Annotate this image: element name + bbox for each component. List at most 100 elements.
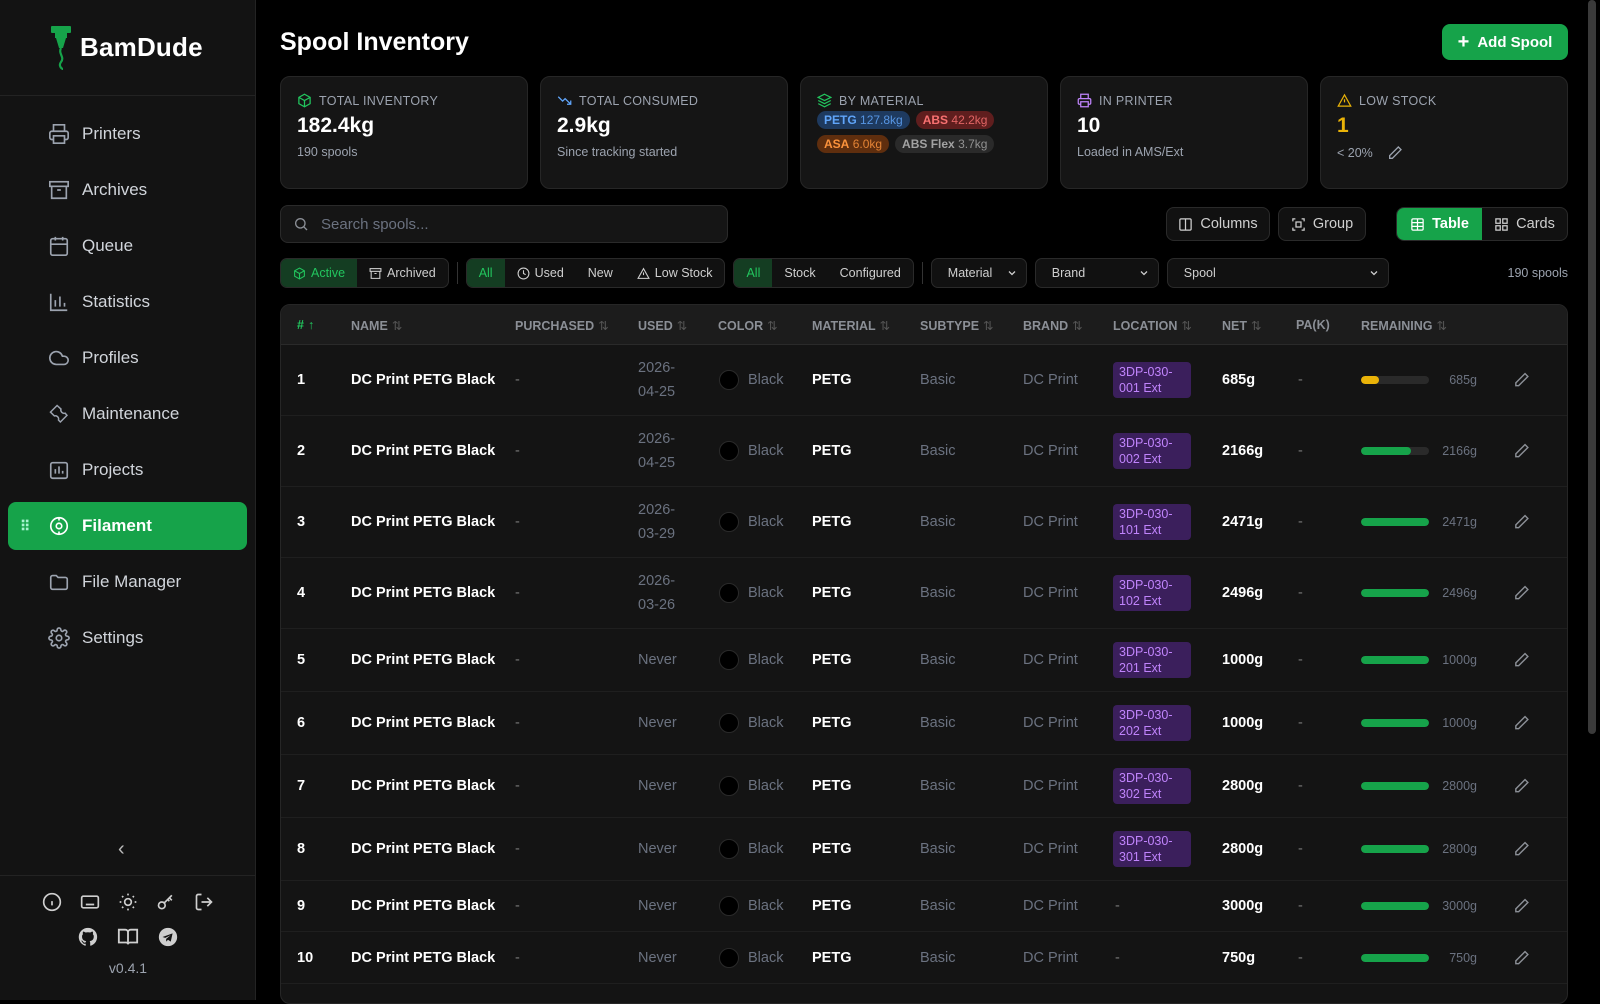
drag-handle-icon[interactable]: ⠿ [20, 518, 30, 535]
column-header-color[interactable]: Color ⇅ [718, 318, 778, 333]
brand-select[interactable]: Brand [1034, 258, 1159, 288]
sidebar-item-maintenance[interactable]: Maintenance [8, 390, 247, 438]
table-row[interactable]: 8 DC Print PETG Black - Never Black PETG Basic… [281, 818, 1567, 881]
column-header-net[interactable]: Net ⇅ [1222, 318, 1261, 333]
group-button[interactable]: Group [1278, 207, 1366, 241]
filter-usage-all[interactable]: All [466, 259, 505, 287]
color-dot [719, 512, 739, 532]
cube-icon [297, 93, 312, 108]
table-row[interactable]: 9 DC Print PETG Black - Never Black PETG Basic… [281, 881, 1567, 932]
search-box[interactable] [280, 205, 728, 243]
edit-threshold-icon[interactable] [1387, 145, 1403, 161]
purchased-date: - [515, 372, 520, 388]
sun-icon[interactable] [118, 892, 138, 912]
edit-icon[interactable] [1513, 585, 1530, 602]
edit-icon[interactable] [1513, 778, 1530, 795]
app-logo[interactable]: BamDude [0, 0, 255, 96]
location-line-1: 3DP-030- [1119, 645, 1173, 659]
github-icon[interactable] [77, 926, 99, 948]
add-spool-button[interactable]: + Add Spool [1442, 24, 1568, 60]
column-header-purchased[interactable]: Purchased ⇅ [515, 318, 609, 333]
sidebar-item-printers[interactable]: Printers [8, 110, 247, 158]
table-row[interactable]: 10 DC Print PETG Black - Never Black PETG Basi… [281, 932, 1567, 984]
edit-icon[interactable] [1513, 443, 1530, 460]
table-row[interactable]: 5 DC Print PETG Black - Never Black PETG Basic… [281, 629, 1567, 692]
sort-icon: ⇅ [983, 319, 994, 333]
keyboard-icon[interactable] [80, 892, 100, 912]
column-header-remaining[interactable]: Remaining ⇅ [1361, 318, 1447, 333]
book-icon[interactable] [117, 926, 139, 948]
subtype: Basic [920, 949, 956, 966]
filter-new[interactable]: New [576, 259, 625, 287]
scrollbar[interactable] [1588, 0, 1596, 734]
spool-name: DC Print PETG Black [351, 443, 496, 459]
sidebar-item-settings[interactable]: Settings [8, 614, 247, 662]
edit-icon[interactable] [1513, 652, 1530, 669]
column-header-location[interactable]: Location ⇅ [1113, 318, 1192, 333]
filter-low-stock[interactable]: Low Stock [625, 259, 725, 287]
sidebar-item-queue[interactable]: Queue [8, 222, 247, 270]
edit-icon[interactable] [1513, 898, 1530, 915]
edit-icon[interactable] [1513, 514, 1530, 531]
material-select[interactable]: Material [930, 258, 1027, 288]
remaining-text: 1000g [1442, 716, 1477, 730]
location-badge: 3DP-030- 001 Ext [1113, 362, 1191, 398]
sidebar-item-file-manager[interactable]: File Manager [8, 558, 247, 606]
table-row[interactable]: 2 DC Print PETG Black - 2026- 04-25 Black PETG… [281, 416, 1567, 487]
table-row[interactable]: 7 DC Print PETG Black - Never Black PETG Basic… [281, 755, 1567, 818]
key-icon[interactable] [156, 892, 176, 912]
filter-used[interactable]: Used [505, 259, 576, 287]
location-line-1: 3DP-030- [1119, 771, 1173, 785]
sidebar-item-archives[interactable]: Archives [8, 166, 247, 214]
filter-stock-all[interactable]: All [734, 259, 773, 287]
table-row[interactable]: 4 DC Print PETG Black - 2026- 03-26 Black PETG… [281, 558, 1567, 629]
last-used-line-2: 03-29 [638, 526, 676, 542]
search-input[interactable] [321, 215, 701, 233]
logout-icon[interactable] [194, 892, 214, 912]
sidebar-item-profiles[interactable]: Profiles [8, 334, 247, 382]
spool-select[interactable]: Spool [1166, 258, 1389, 288]
collapse-sidebar-icon[interactable]: ‹ [118, 838, 125, 861]
column-header-subtype[interactable]: Subtype ⇅ [920, 318, 994, 333]
sidebar-item-label: Printers [82, 124, 141, 143]
table-row[interactable]: 3 DC Print PETG Black - 2026- 03-29 Black PETG… [281, 487, 1567, 558]
columns-button[interactable]: Columns [1166, 207, 1270, 241]
filter-configured[interactable]: Configured [828, 259, 913, 287]
filter-active[interactable]: Active [281, 259, 358, 287]
filter-stock[interactable]: Stock [772, 259, 827, 287]
sidebar-item-projects[interactable]: Projects [8, 446, 247, 494]
edit-icon[interactable] [1513, 841, 1530, 858]
column-header-material[interactable]: Material ⇅ [812, 318, 890, 333]
sidebar-item-statistics[interactable]: Statistics [8, 278, 247, 326]
sidebar-item-label: Settings [82, 628, 144, 647]
location-line-1: 3DP-030- [1119, 507, 1173, 521]
info-icon[interactable] [42, 892, 62, 912]
column-header-name[interactable]: Name ⇅ [351, 318, 402, 333]
location-line-1: 3DP-030- [1119, 834, 1173, 848]
table-row[interactable]: 6 DC Print PETG Black - Never Black PETG Basic… [281, 692, 1567, 755]
sidebar-item-filament[interactable]: ⠿ Filament [8, 502, 247, 550]
remaining-text: 2800g [1442, 779, 1477, 793]
remaining-bar [1361, 719, 1429, 727]
column-header-brand[interactable]: Brand ⇅ [1023, 318, 1083, 333]
edit-icon[interactable] [1513, 949, 1530, 966]
material-pill-amount: 127.8kg [860, 113, 903, 127]
last-used: Never [638, 648, 698, 672]
telegram-icon[interactable] [157, 926, 179, 948]
column-header-[interactable]: # ↑ [297, 318, 314, 332]
cards-view-button[interactable]: Cards [1482, 208, 1567, 240]
column-header-used[interactable]: Used ⇅ [638, 318, 687, 333]
color-swatch: Black [719, 776, 783, 796]
remaining-text: 2471g [1442, 515, 1477, 529]
remaining-bar [1361, 589, 1429, 597]
grid-icon [1494, 217, 1509, 232]
remaining-text: 685g [1449, 373, 1477, 387]
column-header-pa-k[interactable]: PA(K) [1296, 318, 1330, 332]
material: PETG [812, 443, 852, 459]
edit-icon[interactable] [1513, 372, 1530, 389]
edit-icon[interactable] [1513, 715, 1530, 732]
last-used: 2026- 04-25 [638, 356, 698, 404]
table-view-button[interactable]: Table [1397, 208, 1482, 240]
filter-archived[interactable]: Archived [357, 259, 448, 287]
table-row[interactable]: 1 DC Print PETG Black - 2026- 04-25 Black PETG… [281, 345, 1567, 416]
